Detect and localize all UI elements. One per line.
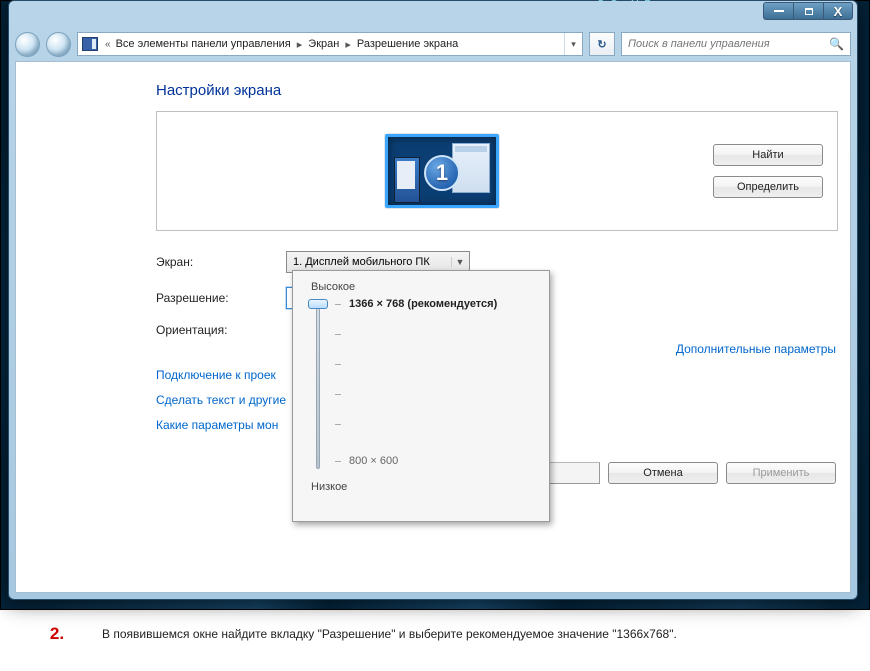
slider-bottom-label: 800 × 600 bbox=[349, 455, 398, 467]
slider-track[interactable] bbox=[316, 303, 320, 469]
breadcrumb-item-1[interactable]: Экран bbox=[306, 38, 341, 50]
slider-high-label: Высокое bbox=[311, 281, 535, 293]
which-settings-link[interactable]: Какие параметры мон bbox=[156, 418, 278, 432]
orientation-label: Ориентация: bbox=[156, 323, 286, 337]
nav-back-button[interactable] bbox=[15, 32, 40, 57]
page-title: Настройки экрана bbox=[156, 82, 838, 99]
content-area: Настройки экрана 1 Найти Определить Экра… bbox=[16, 62, 850, 592]
maximize-button[interactable] bbox=[793, 2, 823, 20]
close-icon: X bbox=[834, 4, 843, 19]
advanced-settings-link[interactable]: Дополнительные параметры bbox=[676, 342, 836, 356]
chevron-down-icon: ▼ bbox=[451, 257, 465, 267]
resolution-slider-popup: Высокое 1366 × 768 (рекомендуется) bbox=[292, 270, 550, 522]
minimize-icon bbox=[774, 10, 784, 12]
nav-row: « Все элементы панели управления ▸ Экран… bbox=[9, 27, 857, 61]
search-box[interactable]: 🔍 bbox=[621, 32, 851, 56]
breadcrumb-sep: ▸ bbox=[341, 38, 355, 51]
refresh-button[interactable]: ↻ bbox=[589, 32, 615, 56]
cancel-button[interactable]: Отмена bbox=[608, 462, 718, 484]
slider-track-column[interactable] bbox=[307, 299, 329, 475]
titlebar[interactable]: CC AB X bbox=[9, 1, 857, 27]
content-surface: Настройки экрана 1 Найти Определить Экра… bbox=[15, 61, 851, 593]
projector-link[interactable]: Подключение к проек bbox=[156, 368, 276, 382]
search-input[interactable] bbox=[622, 38, 823, 50]
screen-label: Экран: bbox=[156, 255, 286, 269]
dialog-button-row: Отмена Применить bbox=[532, 462, 836, 484]
search-icon[interactable]: 🔍 bbox=[823, 37, 850, 51]
text-size-link[interactable]: Сделать текст и другие bbox=[156, 393, 286, 407]
monitor-preview-box: 1 Найти Определить bbox=[156, 111, 838, 231]
slider-tick bbox=[335, 424, 341, 425]
titlebar-edge-text: CC AB bbox=[597, 0, 657, 4]
step-text: В появившемся окне найдите вкладку "Разр… bbox=[102, 627, 677, 641]
instruction-footer: 2. В появившемся окне найдите вкладку "Р… bbox=[0, 624, 870, 644]
slider-tick bbox=[335, 394, 341, 395]
find-button[interactable]: Найти bbox=[713, 144, 823, 166]
minimize-button[interactable] bbox=[763, 2, 793, 20]
control-panel-window: CC AB X « Все элементы панели управления… bbox=[8, 0, 858, 600]
close-button[interactable]: X bbox=[823, 2, 853, 20]
window-control-group: X bbox=[763, 2, 853, 20]
slider-tick bbox=[335, 461, 341, 462]
address-dropdown[interactable]: ▾ bbox=[564, 33, 582, 55]
slider-current-label: 1366 × 768 (рекомендуется) bbox=[349, 298, 497, 310]
slider-tick bbox=[335, 334, 341, 335]
slider-tick bbox=[335, 304, 341, 305]
monitor-taskbar-graphic bbox=[394, 157, 420, 203]
refresh-icon: ↻ bbox=[597, 38, 606, 51]
screen-value: 1. Дисплей мобильного ПК bbox=[293, 256, 430, 268]
control-panel-icon bbox=[82, 37, 98, 51]
breadcrumb-root-chevron[interactable]: « bbox=[102, 39, 114, 50]
breadcrumb-sep: ▸ bbox=[293, 38, 307, 51]
address-bar[interactable]: « Все элементы панели управления ▸ Экран… bbox=[77, 32, 583, 56]
slider-low-label: Низкое bbox=[311, 481, 535, 493]
monitor-preview[interactable]: 1 bbox=[385, 134, 499, 208]
maximize-icon bbox=[805, 8, 813, 15]
resolution-label: Разрешение: bbox=[156, 291, 286, 305]
slider-thumb[interactable] bbox=[308, 299, 328, 309]
slider-ticks: 1366 × 768 (рекомендуется) 800 × 600 bbox=[347, 299, 535, 475]
identify-button[interactable]: Определить bbox=[713, 176, 823, 198]
step-number: 2. bbox=[12, 624, 102, 644]
breadcrumb-item-0[interactable]: Все элементы панели управления bbox=[114, 38, 293, 50]
slider-tick bbox=[335, 364, 341, 365]
breadcrumb-item-2[interactable]: Разрешение экрана bbox=[355, 38, 460, 50]
apply-button[interactable]: Применить bbox=[726, 462, 836, 484]
nav-forward-button[interactable] bbox=[46, 32, 71, 57]
monitor-number-badge: 1 bbox=[424, 155, 460, 191]
